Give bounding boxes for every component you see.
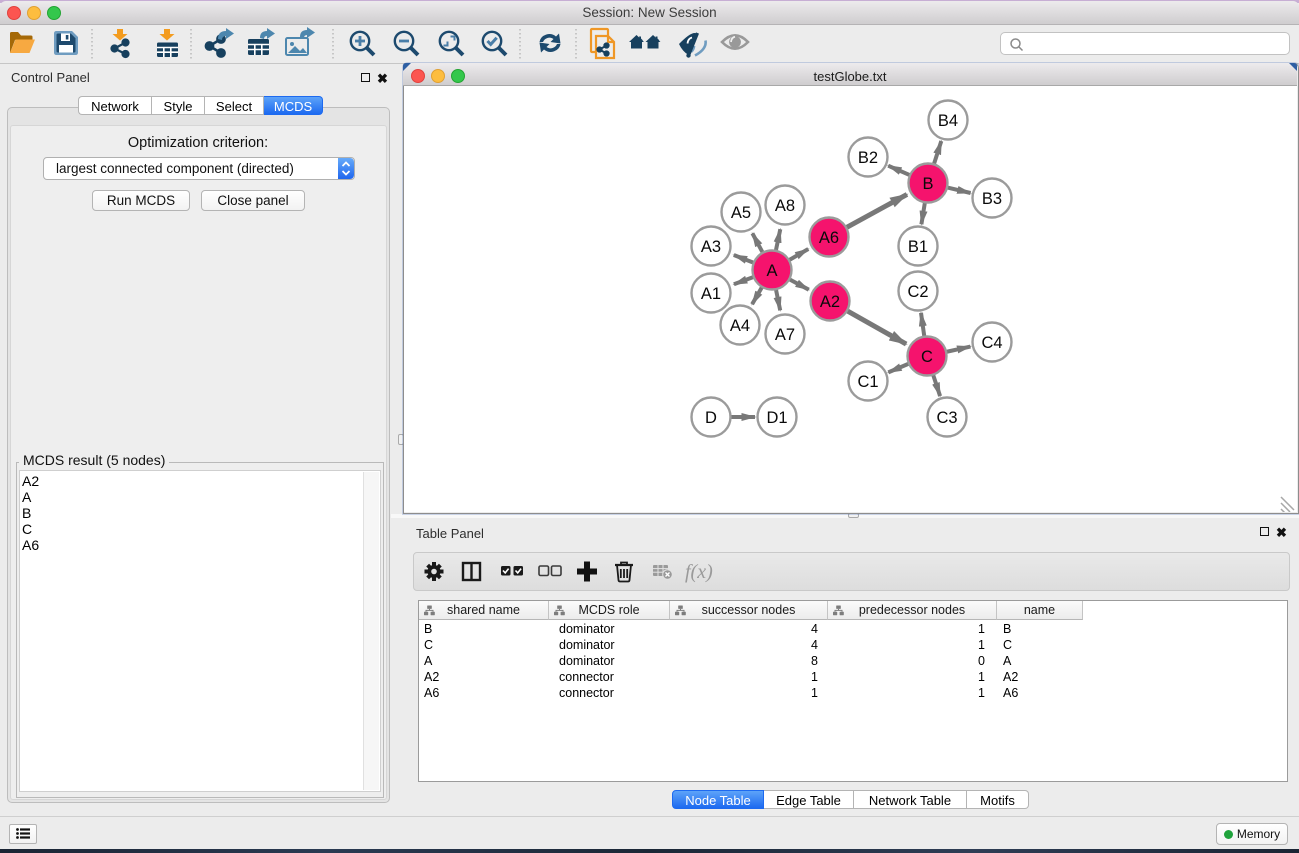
svg-text:C4: C4 xyxy=(981,334,1002,352)
svg-text:B: B xyxy=(922,175,933,193)
svg-text:A5: A5 xyxy=(731,204,751,222)
svg-text:D1: D1 xyxy=(766,409,787,427)
svg-text:f(x): f(x) xyxy=(685,561,713,583)
svg-text:A6: A6 xyxy=(819,229,839,247)
svg-text:A7: A7 xyxy=(775,326,795,344)
svg-text:A2: A2 xyxy=(820,293,840,311)
svg-text:C2: C2 xyxy=(907,283,928,301)
svg-text:A4: A4 xyxy=(730,317,750,335)
svg-text:A3: A3 xyxy=(701,238,721,256)
svg-text:C3: C3 xyxy=(936,409,957,427)
svg-text:B2: B2 xyxy=(858,149,878,167)
svg-text:C: C xyxy=(921,348,933,366)
svg-text:A: A xyxy=(766,262,777,280)
svg-text:B3: B3 xyxy=(982,190,1002,208)
svg-text:C1: C1 xyxy=(857,373,878,391)
svg-text:A8: A8 xyxy=(775,197,795,215)
svg-text:B4: B4 xyxy=(938,112,958,130)
svg-text:A1: A1 xyxy=(701,285,721,303)
svg-text:D: D xyxy=(705,409,717,427)
svg-text:B1: B1 xyxy=(908,238,928,256)
